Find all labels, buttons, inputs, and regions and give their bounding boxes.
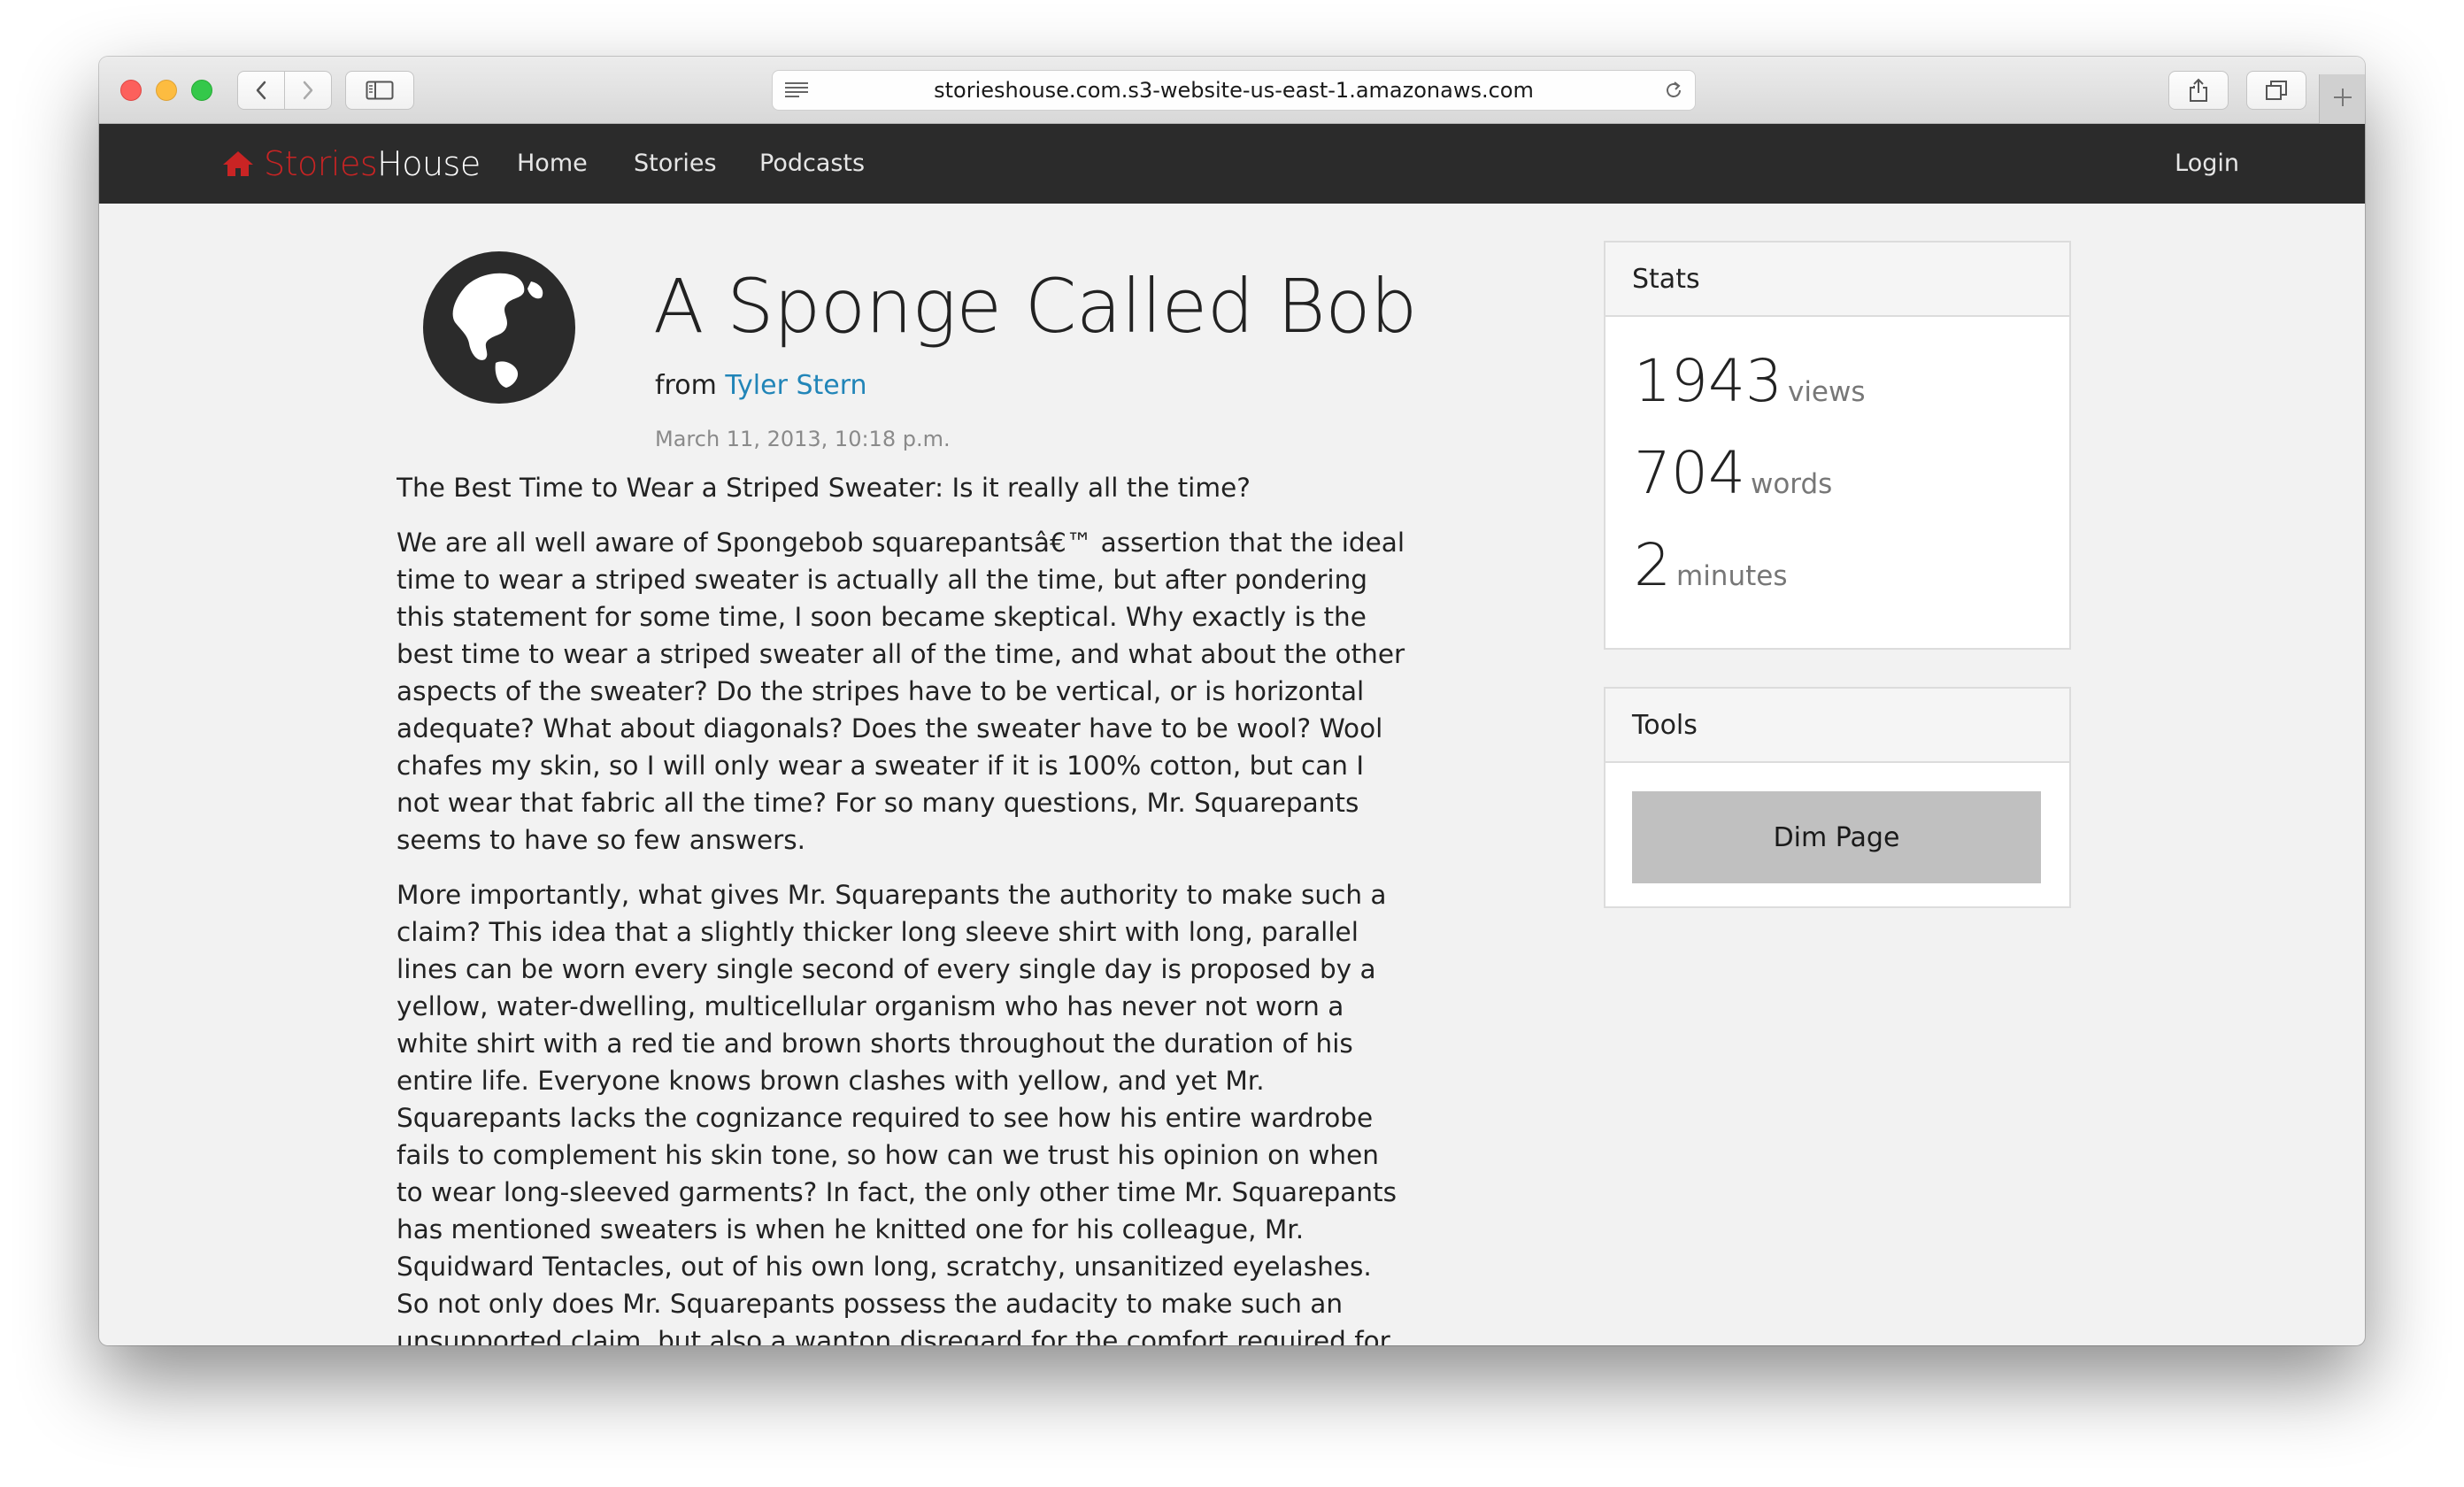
tabs-icon [2266, 81, 2287, 100]
back-icon [256, 81, 266, 100]
stat-minutes-unit: minutes [1676, 560, 1788, 592]
sidebar-toggle-button[interactable] [345, 71, 414, 110]
new-tab-button[interactable] [2319, 74, 2365, 124]
stat-minutes-value: 2 [1634, 531, 1671, 599]
browser-window: storieshouse.com.s3-website-us-east-1.am… [99, 57, 2365, 1345]
stat-views: 1943 views [1634, 347, 1866, 415]
tools-panel: Tools Dim Page [1604, 687, 2071, 908]
story-byline: from Tyler Stern [655, 370, 867, 401]
stats-panel: Stats 1943 views 704 words 2 minutes [1604, 241, 2071, 650]
byline-from-label: from [655, 370, 717, 401]
share-icon [2190, 78, 2207, 102]
stat-views-unit: views [1787, 376, 1866, 408]
share-button[interactable] [2168, 71, 2229, 110]
nav-link-podcasts[interactable]: Podcasts [759, 124, 865, 204]
story-title: A Sponge Called Bob [653, 263, 1417, 350]
plus-icon [2334, 89, 2352, 106]
stat-words-unit: words [1750, 468, 1833, 500]
brand-name-stories: Stories [264, 144, 378, 183]
forward-icon [303, 81, 313, 100]
nav-link-login[interactable]: Login [2175, 124, 2239, 204]
story-paragraph: More importantly, what gives Mr. Squarep… [397, 880, 1397, 1345]
show-tabs-button[interactable] [2246, 71, 2306, 110]
globe-icon [423, 251, 575, 404]
stat-views-value: 1943 [1634, 347, 1783, 415]
close-window-button[interactable] [120, 80, 142, 101]
story-date: March 11, 2013, 10:18 p.m. [655, 427, 951, 451]
story-paragraph: We are all well aware of Spongebob squar… [397, 528, 1405, 855]
minimize-window-button[interactable] [156, 80, 177, 101]
zoom-window-button[interactable] [191, 80, 212, 101]
stat-words-value: 704 [1634, 439, 1745, 507]
author-link[interactable]: Tyler Stern [725, 370, 866, 401]
stats-panel-title: Stats [1605, 243, 2069, 317]
brand-logo[interactable]: Stories House [221, 124, 481, 204]
nav-link-stories[interactable]: Stories [634, 124, 717, 204]
brand-name-house: House [377, 144, 481, 183]
story-paragraph: The Best Time to Wear a Striped Sweater:… [397, 473, 1251, 503]
browser-toolbar: storieshouse.com.s3-website-us-east-1.am… [99, 57, 2365, 124]
stat-minutes: 2 minutes [1634, 531, 1787, 599]
address-bar[interactable]: storieshouse.com.s3-website-us-east-1.am… [772, 70, 1696, 111]
forward-button[interactable] [284, 71, 332, 110]
story-body: The Best Time to Wear a Striped Sweater:… [397, 469, 1405, 1345]
home-icon [223, 151, 253, 176]
stat-words: 704 words [1634, 439, 1832, 507]
nav-link-home[interactable]: Home [517, 124, 588, 204]
dim-page-button[interactable]: Dim Page [1632, 791, 2041, 883]
tools-panel-title: Tools [1605, 689, 2069, 763]
back-button[interactable] [237, 71, 285, 110]
reload-icon[interactable] [1663, 80, 1684, 101]
site-navbar: Stories House Home Stories Podcasts Login [99, 124, 2365, 204]
sidebar-icon [366, 81, 394, 100]
url-text: storieshouse.com.s3-website-us-east-1.am… [934, 78, 1534, 103]
